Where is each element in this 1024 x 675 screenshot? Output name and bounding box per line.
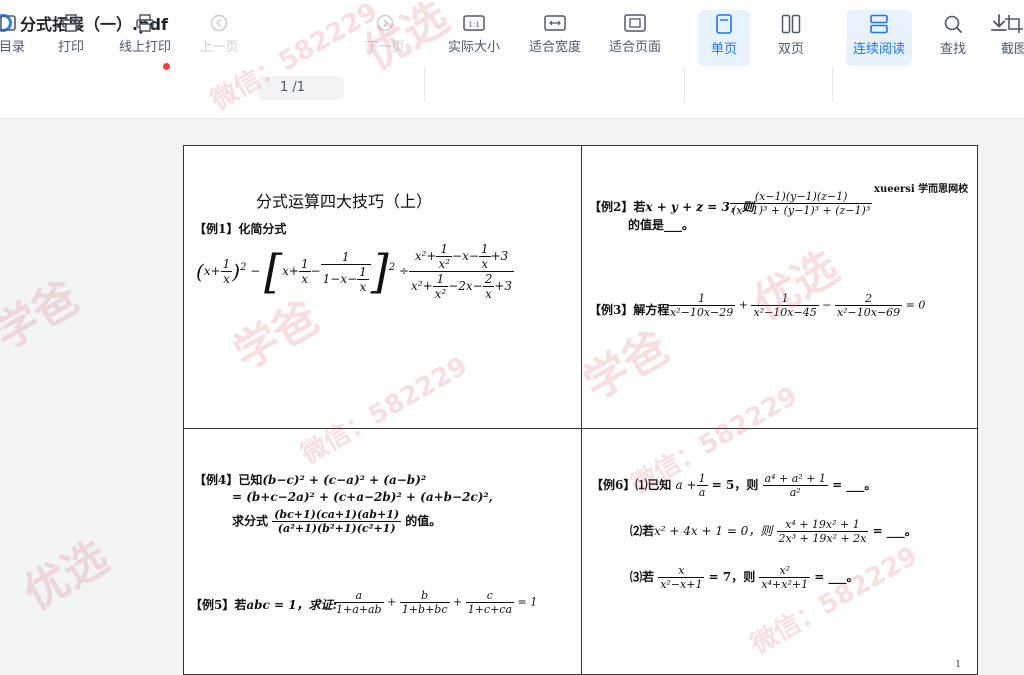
example-2-denominator: (x−1)³ + (y−1)³ + (z−1)³ <box>732 204 871 217</box>
example-2-fraction: (x−1)(y−1)(z−1) (x−1)³ + (y−1)³ + (z−1)³ <box>730 190 873 217</box>
svg-text:1:1: 1:1 <box>468 21 479 29</box>
single-page-button[interactable]: 单页 <box>698 10 750 66</box>
example-6-2-condition: x² + 4x + 1 = 0，则 <box>654 524 773 538</box>
fit-page-icon <box>624 14 646 32</box>
example-3-tail: = 0 <box>905 298 926 312</box>
example-6-part1: 【例6】⑴已知 a +1 a = 5，则 a⁴ + a² + 1 a² = ___。 <box>591 472 877 499</box>
double-page-label: 双页 <box>777 42 804 57</box>
actual-size-icon: 1:1 <box>463 15 485 31</box>
example-3-label: 【例3】解方程 <box>589 303 670 317</box>
fit-width-label: 适合宽度 <box>528 40 581 55</box>
toolbar-divider <box>832 68 833 102</box>
example-5-tag: 【例5】若 <box>190 598 247 612</box>
next-page-button[interactable]: 下一页 <box>362 10 408 66</box>
continuous-reading-button[interactable]: 连续阅读 <box>846 10 912 66</box>
xueersi-logo: xueersi 学而思网校 <box>874 184 969 195</box>
screenshot-label: 截图 <box>1000 42 1024 57</box>
example-6-2-blank: = ___。 <box>872 524 917 538</box>
grid-divider-horizontal <box>184 428 977 429</box>
toolbar-divider <box>684 68 685 102</box>
next-page-label: 下一页 <box>365 40 405 55</box>
fit-page-label: 适合页面 <box>608 40 661 55</box>
double-page-button[interactable]: 双页 <box>768 10 814 66</box>
find-button[interactable]: 查找 <box>930 10 976 66</box>
catalog-label: 目录 <box>0 40 25 55</box>
catalog-button[interactable]: 目录 <box>0 10 28 66</box>
toolbar-divider <box>424 68 425 102</box>
chevron-right-icon <box>376 14 394 32</box>
print-label: 打印 <box>57 40 84 55</box>
example-6-2-denominator: 2x³ + 19x² + 2x <box>778 532 867 545</box>
online-printer-icon <box>136 14 154 32</box>
example-1-formula: (x+ 1 x)2 − [x+ 1 x −1 1−x− 1 x]2 ÷ x²+ 1 x² −x− 1 x +3… <box>196 242 515 301</box>
print-button[interactable]: 打印 <box>52 10 90 66</box>
catalog-icon <box>0 15 16 31</box>
example-6-1-denominator: a² <box>789 486 801 499</box>
example-6-part2: ⑵若x² + 4x + 1 = 0，则 x⁴ + 19x² + 1 2x³ + 1… <box>630 518 917 545</box>
example-4-tag: 【例4】已知 <box>194 473 263 487</box>
example-6-2-label: ⑵若 <box>630 524 655 538</box>
example-6-1-blank: = ___。 <box>832 478 877 492</box>
example-5-condition: abc = 1，求证: <box>246 598 338 612</box>
example-4-numerator: (bc+1)(ca+1)(ab+1) <box>272 508 402 522</box>
watermark-logo: 学爸 <box>0 271 88 360</box>
example-6-2-numerator: x⁴ + 19x² + 1 <box>776 518 869 532</box>
example-2-tag: 【例2】若 <box>589 200 646 214</box>
prev-page-button[interactable]: 上一页 <box>196 10 242 66</box>
single-page-icon <box>716 14 732 34</box>
prev-page-label: 上一页 <box>199 40 239 55</box>
chevron-left-icon <box>210 14 228 32</box>
screenshot-button[interactable]: 截图 <box>994 10 1024 66</box>
example-6-3-label: ⑶若 <box>630 570 655 584</box>
example-4-denominator: (a²+1)(b²+1)(c²+1) <box>277 522 396 535</box>
example-6-1-tail: = 5，则 <box>711 478 759 492</box>
example-4-tail: 的值。 <box>405 514 442 528</box>
actual-size-label: 实际大小 <box>447 40 500 55</box>
example-5-tail: = 1 <box>517 595 538 609</box>
example-6-1-numerator: a⁴ + a² + 1 <box>762 472 828 486</box>
continuous-reading-icon <box>870 14 888 34</box>
online-print-label: 线上打印 <box>118 40 171 55</box>
find-label: 查找 <box>939 42 966 57</box>
online-print-button[interactable]: 线上打印 <box>114 10 176 66</box>
example-6-3-mid: = 7，则 <box>708 570 756 584</box>
fit-width-icon <box>544 15 566 31</box>
scissors-icon <box>1005 15 1023 33</box>
example-4-line2: = (b+c−2a)² + (c+a−2b)² + (a+b−2c)², <box>232 490 493 504</box>
example-6-part3: ⑶若 x x²−x+1 = 7，则 x² x⁴+x²+1 = ___。 <box>630 564 859 591</box>
example-3-equation: 1 x²−10x−29 + 1 x²−10x−45 − 2 x²−10x−69 = 0 <box>668 292 926 319</box>
example-6-3-blank: = ___。 <box>814 570 859 584</box>
document-heading: 分式运算四大技巧（上） <box>256 192 433 211</box>
example-1-label: 【例1】化简分式 <box>194 222 287 236</box>
example-2-tail: 的值是___。 <box>628 218 695 232</box>
actual-size-button[interactable]: 1:1 实际大小 <box>444 10 504 66</box>
fit-page-button[interactable]: 适合页面 <box>604 10 666 66</box>
example-6-tag: 【例6】⑴已知 <box>591 478 672 492</box>
printer-icon <box>62 14 80 32</box>
single-page-label: 单页 <box>710 42 737 57</box>
page-number-input[interactable]: 1 /1 <box>258 76 344 100</box>
example-5-label: 【例5】若abc = 1，求证: <box>190 596 337 613</box>
watermark-logo: 优选 <box>15 531 118 620</box>
pdf-page: 分式运算四大技巧（上） 【例1】化简分式 (x+ 1 x)2 − [x+ 1 x −1 1−… <box>183 145 978 675</box>
search-icon <box>944 15 962 33</box>
example-2-numerator: (x−1)(y−1)(z−1) <box>730 190 873 204</box>
continuous-reading-label: 连续阅读 <box>852 42 905 57</box>
example-4-label: 【例4】已知(b−c)² + (c−a)² + (a−b)² <box>194 471 426 488</box>
notification-dot <box>163 63 170 70</box>
example-4-ask: 求分式 <box>232 514 269 528</box>
grid-divider-vertical <box>581 146 582 674</box>
example-4-line1: (b−c)² + (c−a)² + (a−b)² <box>262 473 427 487</box>
fit-width-button[interactable]: 适合宽度 <box>524 10 586 66</box>
example-5-equation: a 1+a+ab + b 1+b+bc + c 1+c+ca = 1 <box>334 589 538 616</box>
example-4-line3: 求分式 (bc+1)(ca+1)(ab+1) (a²+1)(b²+1)(c²+1)… <box>232 508 441 535</box>
page-number: 1 <box>955 660 961 670</box>
double-page-icon <box>781 14 801 34</box>
